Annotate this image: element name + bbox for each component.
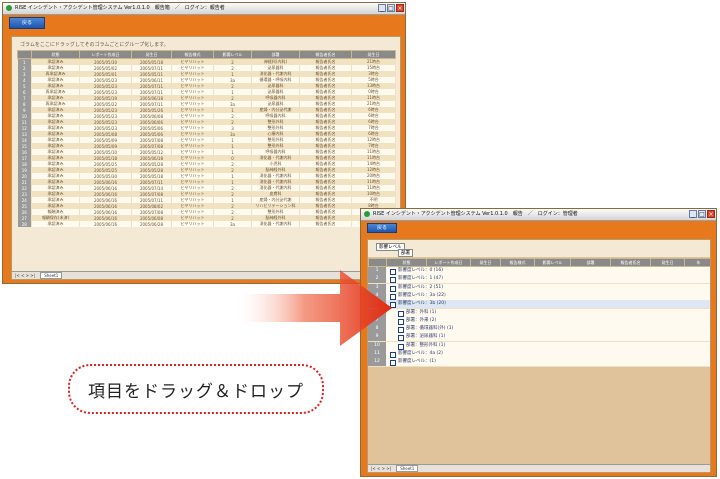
group-drop-hint: ゴラムをここにドラッグしてそのゴラムごとにグループ化します。 xyxy=(20,42,169,48)
group-label: 影響度レベル：3b (20) xyxy=(398,301,446,307)
column-header[interactable]: 発生日 xyxy=(351,50,396,59)
app-icon xyxy=(364,211,370,217)
expand-icon[interactable] xyxy=(398,335,404,342)
right-title-bar: RISE インシデント・アクシデント管理システム Ver1.0.1.0 報告 ／… xyxy=(361,209,716,221)
table-cell: 3a xyxy=(213,221,252,227)
column-header[interactable]: レポート作成日 xyxy=(426,258,471,267)
table-cell: 消化器・代謝内科 xyxy=(251,221,300,227)
column-header[interactable]: 報告者氏名 xyxy=(299,50,352,59)
table-cell: 承認済み xyxy=(31,221,80,227)
maximize-icon[interactable]: □ xyxy=(387,4,395,12)
group-row[interactable]: 12 影響度レベル：(1) xyxy=(368,358,710,368)
column-header[interactable]: 影響レベル xyxy=(534,258,571,267)
column-header[interactable]: 状態 xyxy=(386,258,427,267)
row-number: 28 xyxy=(17,221,32,227)
minimize-icon[interactable]: _ xyxy=(689,210,697,218)
column-header[interactable]: レポート作成日 xyxy=(79,50,132,59)
expand-icon[interactable] xyxy=(398,327,404,334)
column-header[interactable]: 報告様式 xyxy=(171,50,214,59)
table-row[interactable]: 28 承認済み 2005/06/16 2005/06/28 ヒヤリハット 3a 消化器・代謝… xyxy=(17,221,396,227)
column-header[interactable]: 報告者氏名 xyxy=(610,258,651,267)
right-grid-header: 状態 レポート作成日 発生日 報告様式 影響レベル 部署 報告者氏名 発生日年 xyxy=(368,258,710,267)
group-label: 影響度レベル：1 (47) xyxy=(398,276,444,282)
table-cell: 報告者氏名 xyxy=(299,221,352,227)
group-label: 影響度レベル：0 (16) xyxy=(398,268,444,273)
expand-icon[interactable] xyxy=(398,310,404,317)
row-header-corner xyxy=(17,50,32,59)
row-number: 11 xyxy=(368,350,386,358)
group-label: 影響度レベル：2 (51) xyxy=(398,284,444,290)
sheet-nav-arrows[interactable]: |< < > >| xyxy=(371,466,391,471)
group-label: 影響度レベル：3a (22) xyxy=(398,292,446,298)
group-label: 影響度レベル：(1) xyxy=(398,359,436,365)
group-by-area: 影響レベル 部署 xyxy=(368,240,710,257)
left-grid-panel: ゴラムをここにドラッグしてそのゴラムごとにグループ化します。 状態 レポート作成日… xyxy=(11,36,401,280)
column-header[interactable]: 状態 xyxy=(31,50,80,59)
column-header[interactable]: 年 xyxy=(684,258,710,267)
column-header[interactable]: 部署 xyxy=(251,50,300,59)
column-header[interactable]: 発生日 xyxy=(131,50,172,59)
column-header[interactable]: 発生日 xyxy=(470,258,501,267)
back-button[interactable]: 戻る xyxy=(367,223,397,233)
instruction-callout: 項目をドラッグ＆ドロップ xyxy=(68,364,324,414)
group-label: 部署：外科 (1) xyxy=(406,309,437,315)
expand-icon[interactable] xyxy=(390,360,396,367)
column-header[interactable]: 報告様式 xyxy=(500,258,535,267)
sheet-tab[interactable]: Sheet1 xyxy=(40,272,63,279)
right-grid-panel: 影響レベル 部署 状態 レポート作成日 発生日 報告様式 影響レベル 部署 報告者氏名 発生日… xyxy=(367,239,711,473)
table-cell: 2005/06/16 xyxy=(79,221,132,227)
expand-icon[interactable] xyxy=(398,318,404,325)
left-window-title: RISE インシデント・アクシデント管理システム Ver1.0.1.0 報告箱 … xyxy=(15,5,225,11)
left-title-bar: RISE インシデント・アクシデント管理システム Ver1.0.1.0 報告箱 … xyxy=(3,3,405,15)
right-sheet-tab-bar: |< < > >| Sheet1 xyxy=(368,464,710,472)
column-header[interactable]: 発生日 xyxy=(650,258,685,267)
group-label: 影響度レベル：4a (2) xyxy=(398,351,443,356)
group-chip-department[interactable]: 部署 xyxy=(398,249,413,257)
group-label: 部署：整形外科 (1) xyxy=(406,342,446,348)
sheet-tab[interactable]: Sheet1 xyxy=(396,465,419,472)
left-data-grid: 状態レポート作成日発生日報告様式影響レベル部署報告者氏名発生日年 1承認済み20… xyxy=(17,50,396,227)
expand-icon[interactable] xyxy=(390,352,396,358)
maximize-icon[interactable]: □ xyxy=(698,210,706,218)
column-header[interactable]: 部署 xyxy=(570,258,611,267)
sheet-nav-arrows[interactable]: |< < > >| xyxy=(15,273,35,278)
close-icon[interactable]: × xyxy=(707,210,715,218)
app-icon xyxy=(6,5,12,11)
column-header[interactable]: 影響レベル xyxy=(213,50,252,59)
table-cell: ヒヤリハット xyxy=(171,221,214,227)
group-label: 部署：泌尿器科 (1) xyxy=(406,334,446,340)
group-label: 部署：外来 (2) xyxy=(406,317,437,323)
table-cell: 2005/06/28 xyxy=(131,221,172,227)
right-window-title: RISE インシデント・アクシデント管理システム Ver1.0.1.0 報告 ／… xyxy=(373,211,578,217)
back-button[interactable]: 戻る xyxy=(9,17,45,29)
minimize-icon[interactable]: _ xyxy=(378,4,386,12)
left-window: RISE インシデント・アクシデント管理システム Ver1.0.1.0 報告箱 … xyxy=(2,2,406,284)
drag-arrow xyxy=(232,270,392,346)
row-number: 12 xyxy=(368,358,386,367)
group-label: 部署：循環器科(外) (1) xyxy=(406,326,454,332)
expand-icon[interactable] xyxy=(398,343,404,350)
close-icon[interactable]: × xyxy=(396,4,404,12)
row-header-corner xyxy=(368,258,387,267)
right-window: RISE インシデント・アクシデント管理システム Ver1.0.1.0 報告 ／… xyxy=(360,208,717,477)
group-list: 1 影響度レベル：0 (16) 2 影響度レベル：1 (47) 3 影響度レベル：2 (5… xyxy=(368,267,710,368)
